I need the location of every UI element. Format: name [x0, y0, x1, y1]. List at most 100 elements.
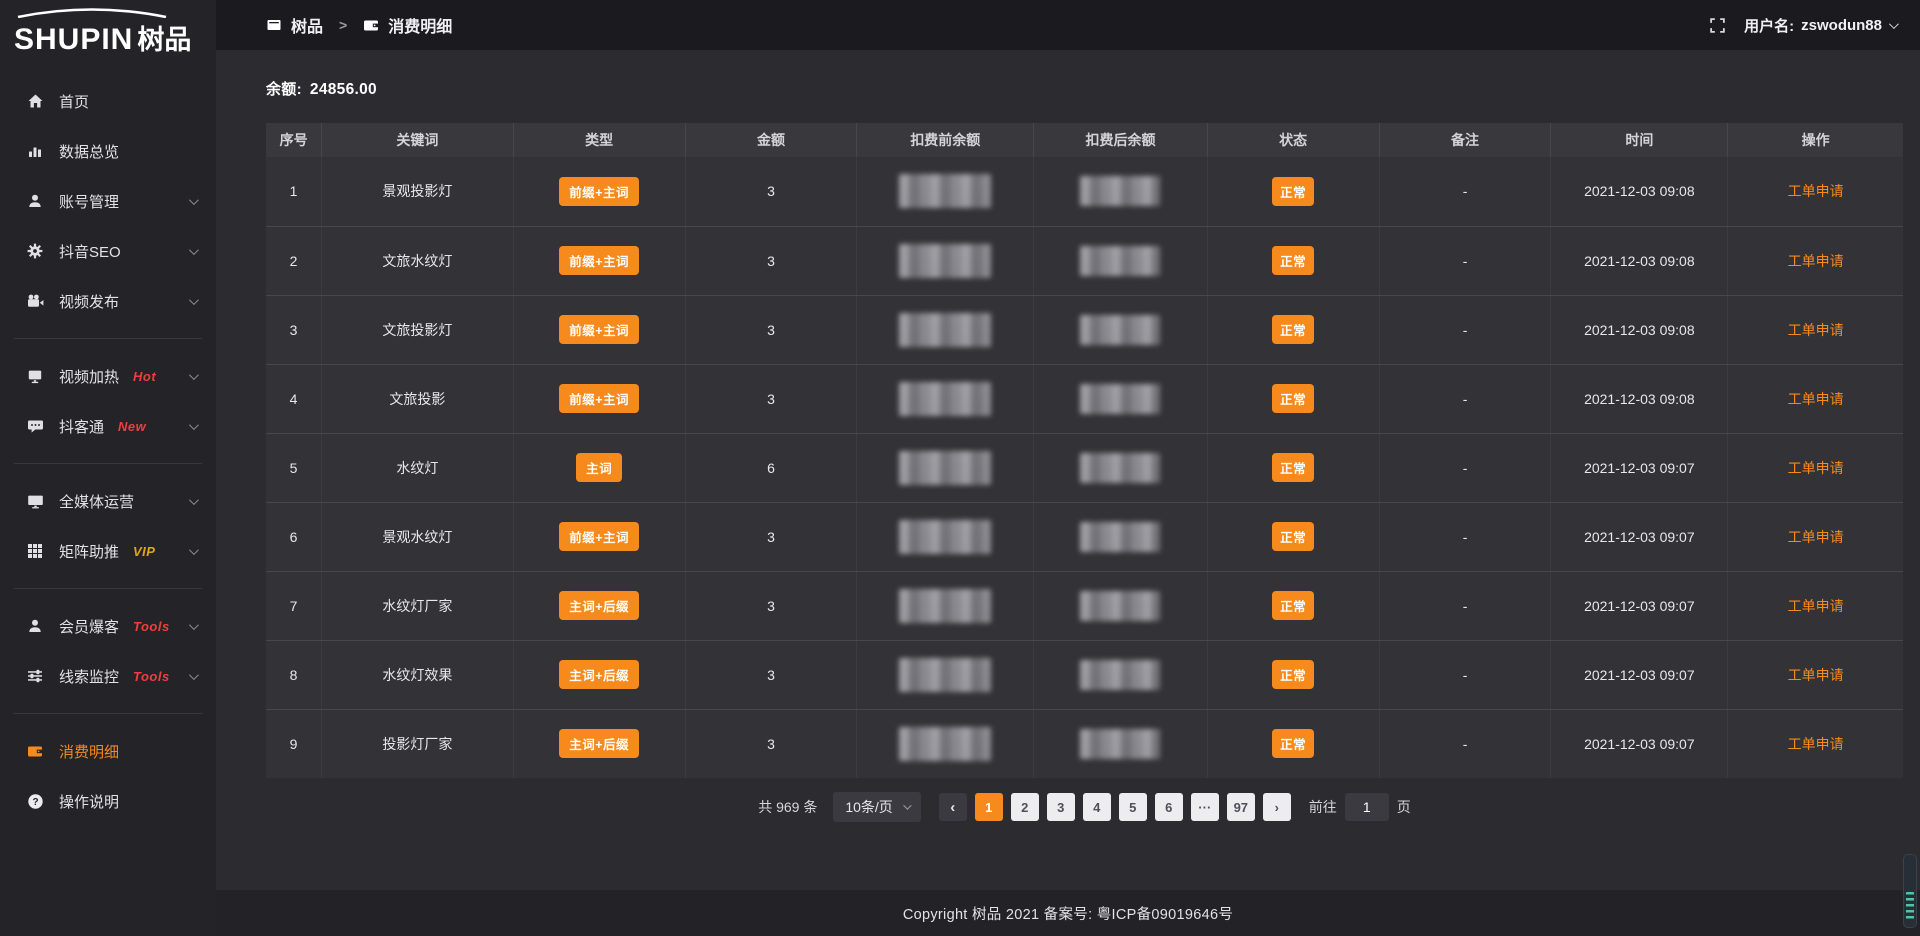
- cell-keyword: 水纹灯效果: [322, 640, 514, 709]
- ticket-request-link[interactable]: 工单申请: [1788, 736, 1844, 752]
- prev-page-button[interactable]: ‹: [939, 793, 967, 821]
- page-button-2[interactable]: 2: [1011, 793, 1039, 821]
- cell-action: 工单申请: [1728, 433, 1903, 502]
- wallet-icon: [363, 17, 380, 33]
- logo-arc-icon: [16, 6, 168, 18]
- sidebar-item-10[interactable]: 会员爆客 Tools: [0, 601, 216, 651]
- ticket-request-link[interactable]: 工单申请: [1788, 253, 1844, 269]
- sidebar-item-4[interactable]: 抖音SEO: [0, 226, 216, 276]
- page-button-6[interactable]: 6: [1155, 793, 1183, 821]
- home-icon: [26, 93, 44, 109]
- column-header-4: 金额: [685, 123, 857, 157]
- cell-status: 正常: [1207, 157, 1379, 226]
- chevron-down-icon: [903, 801, 911, 809]
- page-ellipsis-button[interactable]: ···: [1191, 793, 1219, 821]
- blurred-value: [1080, 453, 1160, 483]
- ticket-request-link[interactable]: 工单申请: [1788, 391, 1844, 407]
- table-row: 7 水纹灯厂家 主词+后缀 3 正常 - 2021-12-03 09:07 工单…: [266, 571, 1903, 640]
- status-badge: 正常: [1272, 246, 1314, 275]
- next-page-button[interactable]: ›: [1263, 793, 1291, 821]
- goto-page-input[interactable]: [1345, 793, 1389, 821]
- sidebar-item-13[interactable]: ? 操作说明: [0, 776, 216, 826]
- cell-remark: -: [1379, 571, 1551, 640]
- goto-suffix: 页: [1397, 797, 1411, 817]
- sidebar-item-label: 线索监控: [59, 666, 119, 687]
- sidebar-item-5[interactable]: 视频发布: [0, 276, 216, 326]
- cell-type: 主词+后缀: [513, 709, 685, 778]
- ticket-request-link[interactable]: 工单申请: [1788, 529, 1844, 545]
- ticket-request-link[interactable]: 工单申请: [1788, 460, 1844, 476]
- sidebar-item-12[interactable]: 消费明细: [0, 726, 216, 776]
- cell-status: 正常: [1207, 364, 1379, 433]
- blurred-value: [899, 658, 991, 692]
- blurred-value: [1080, 522, 1160, 552]
- blurred-value: [899, 382, 991, 416]
- cell-amount: 6: [685, 433, 857, 502]
- sliders-icon: [26, 668, 44, 684]
- fullscreen-icon[interactable]: [1709, 17, 1726, 34]
- table-row: 5 水纹灯 主词 6 正常 - 2021-12-03 09:07 工单申请: [266, 433, 1903, 502]
- sidebar-item-11[interactable]: 线索监控 Tools: [0, 651, 216, 701]
- sidebar-item-9[interactable]: 矩阵助推 VIP: [0, 526, 216, 576]
- page-button-4[interactable]: 4: [1083, 793, 1111, 821]
- cell-time: 2021-12-03 09:08: [1551, 157, 1728, 226]
- sidebar-item-7[interactable]: 抖客通 New: [0, 401, 216, 451]
- column-header-5: 扣费前余额: [857, 123, 1034, 157]
- sidebar-item-6[interactable]: 视频加热 Hot: [0, 351, 216, 401]
- sidebar-divider: [14, 338, 202, 339]
- sidebar-item-tag: New: [118, 419, 146, 434]
- copyright-text: Copyright 树品 2021 备案号: 粤ICP备09019646号: [903, 903, 1233, 924]
- cell-remark: -: [1379, 433, 1551, 502]
- logo-text-en: SHUPIN: [14, 15, 133, 55]
- page-button-1[interactable]: 1: [975, 793, 1003, 821]
- cell-amount: 3: [685, 571, 857, 640]
- ticket-request-link[interactable]: 工单申请: [1788, 183, 1844, 199]
- page-button-3[interactable]: 3: [1047, 793, 1075, 821]
- table-row: 9 投影灯厂家 主词+后缀 3 正常 - 2021-12-03 09:07 工单…: [266, 709, 1903, 778]
- user-menu[interactable]: 用户名: zswodun88: [1744, 15, 1896, 36]
- cell-index: 5: [266, 433, 322, 502]
- cell-keyword: 文旅投影灯: [322, 295, 514, 364]
- sidebar-item-3[interactable]: 账号管理: [0, 176, 216, 226]
- table-row: 8 水纹灯效果 主词+后缀 3 正常 - 2021-12-03 09:07 工单…: [266, 640, 1903, 709]
- cell-type: 前缀+主词: [513, 502, 685, 571]
- sidebar-item-label: 会员爆客: [59, 616, 119, 637]
- breadcrumb-home[interactable]: 树品: [291, 13, 323, 37]
- cell-remark: -: [1379, 364, 1551, 433]
- cell-status: 正常: [1207, 226, 1379, 295]
- sidebar-item-8[interactable]: 全媒体运营: [0, 476, 216, 526]
- ticket-request-link[interactable]: 工单申请: [1788, 667, 1844, 683]
- sidebar-item-1[interactable]: 首页: [0, 76, 216, 126]
- cell-status: 正常: [1207, 502, 1379, 571]
- cell-balance-after: [1034, 709, 1208, 778]
- cell-balance-after: [1034, 364, 1208, 433]
- svg-text:?: ?: [32, 797, 38, 808]
- cell-keyword: 水纹灯: [322, 433, 514, 502]
- page-button-5[interactable]: 5: [1119, 793, 1147, 821]
- chevron-down-icon: [189, 245, 199, 255]
- cell-amount: 3: [685, 226, 857, 295]
- cell-action: 工单申请: [1728, 571, 1903, 640]
- cell-balance-after: [1034, 640, 1208, 709]
- chevron-down-icon: [189, 545, 199, 555]
- user-icon: [26, 618, 44, 634]
- sidebar-item-2[interactable]: 数据总览: [0, 126, 216, 176]
- cell-amount: 3: [685, 295, 857, 364]
- table-row: 3 文旅投影灯 前缀+主词 3 正常 - 2021-12-03 09:08 工单…: [266, 295, 1903, 364]
- floating-widget[interactable]: [1903, 854, 1917, 928]
- consumption-table: 序号关键词类型金额扣费前余额扣费后余额状态备注时间操作 1 景观投影灯 前缀+主…: [266, 123, 1903, 778]
- type-badge: 主词+后缀: [559, 729, 639, 758]
- sidebar-item-label: 抖客通: [59, 416, 104, 437]
- cell-type: 主词+后缀: [513, 571, 685, 640]
- cell-time: 2021-12-03 09:08: [1551, 295, 1728, 364]
- page-button-97[interactable]: 97: [1227, 793, 1255, 821]
- cell-time: 2021-12-03 09:07: [1551, 433, 1728, 502]
- ticket-request-link[interactable]: 工单申请: [1788, 598, 1844, 614]
- cell-type: 前缀+主词: [513, 226, 685, 295]
- gear-icon: [26, 243, 44, 259]
- cell-action: 工单申请: [1728, 364, 1903, 433]
- column-header-6: 扣费后余额: [1034, 123, 1208, 157]
- page-size-select[interactable]: 10条/页: [833, 792, 920, 822]
- ticket-request-link[interactable]: 工单申请: [1788, 322, 1844, 338]
- cell-type: 前缀+主词: [513, 364, 685, 433]
